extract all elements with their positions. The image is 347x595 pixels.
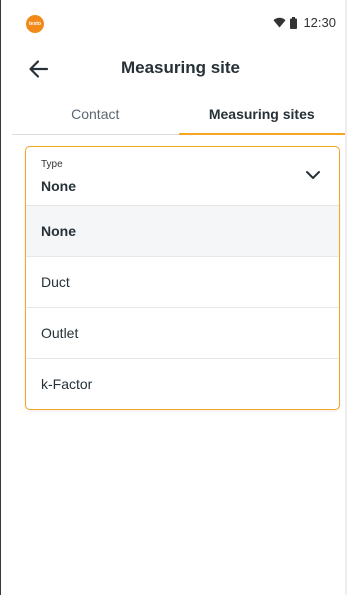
page-title: Measuring site bbox=[120, 58, 241, 77]
type-selected-value: None bbox=[41, 178, 76, 194]
status-bar: testo 12:30 bbox=[0, 0, 347, 40]
app-bar: Measuring site bbox=[0, 48, 347, 90]
option-none[interactable]: None bbox=[26, 206, 339, 257]
wifi-icon bbox=[273, 17, 286, 28]
status-icons: 12:30 bbox=[273, 15, 336, 30]
status-time: 12:30 bbox=[303, 15, 336, 30]
chevron-down-icon[interactable] bbox=[305, 169, 321, 181]
type-dropdown: Type None None Duct Outlet k-Factor bbox=[25, 146, 340, 410]
battery-icon bbox=[290, 16, 298, 29]
option-k-factor[interactable]: k-Factor bbox=[26, 359, 339, 409]
tab-contact[interactable]: Contact bbox=[12, 96, 179, 134]
type-select[interactable]: Type None bbox=[26, 147, 339, 206]
type-label: Type bbox=[41, 159, 63, 170]
option-duct[interactable]: Duct bbox=[26, 257, 339, 308]
tab-bar: Contact Measuring sites bbox=[12, 96, 345, 135]
option-outlet[interactable]: Outlet bbox=[26, 308, 339, 359]
tab-measuring-sites[interactable]: Measuring sites bbox=[178, 96, 346, 135]
testo-logo: testo bbox=[26, 15, 44, 33]
